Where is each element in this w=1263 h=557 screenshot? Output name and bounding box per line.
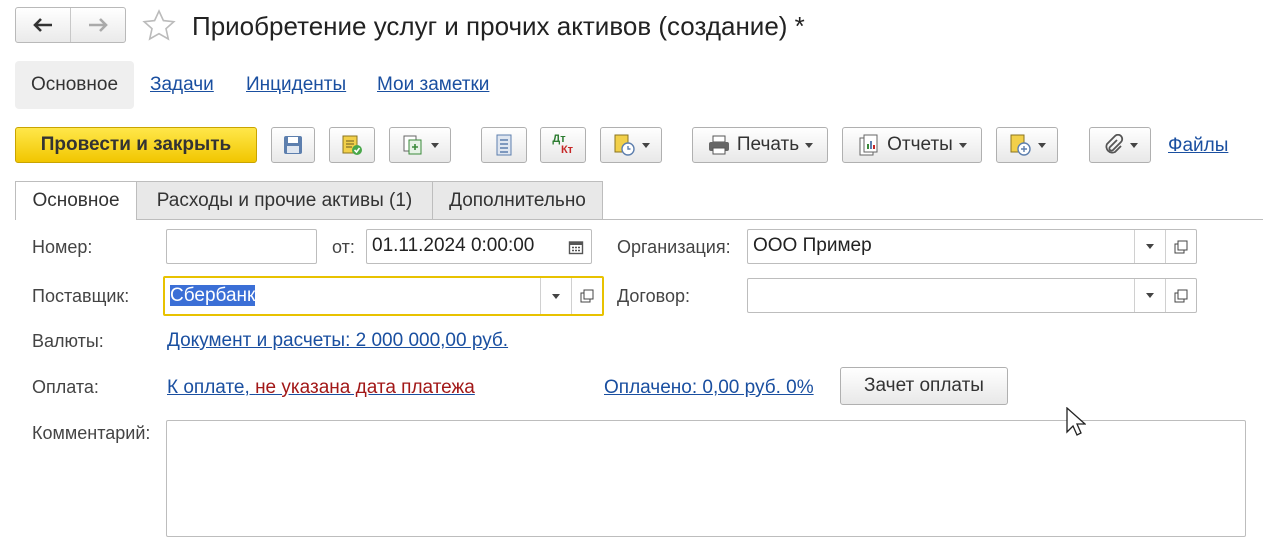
- reports-icon: [859, 134, 878, 156]
- create-based-on-button[interactable]: [389, 127, 451, 163]
- supplier-open-button[interactable]: [571, 278, 602, 314]
- contract-field[interactable]: [747, 278, 1197, 313]
- paid-link[interactable]: Оплачено: 0,00 руб. 0%: [604, 377, 814, 399]
- document-clock-icon: [614, 134, 635, 156]
- section-incidents[interactable]: Инциденты: [246, 61, 346, 109]
- files-link[interactable]: Файлы: [1168, 135, 1228, 157]
- date-value: 01.11.2024 0:00:00: [372, 235, 535, 256]
- mouse-cursor-icon: [1066, 407, 1086, 436]
- save-icon: [284, 136, 302, 154]
- section-main[interactable]: Основное: [15, 61, 134, 109]
- chevron-down-icon: [552, 293, 560, 299]
- payment-link-prefix: К оплате,: [167, 377, 256, 398]
- organization-field[interactable]: ООО Пример: [747, 229, 1197, 264]
- arrow-right-icon: [89, 18, 108, 32]
- contract-dropdown-button[interactable]: [1134, 279, 1165, 312]
- chevron-down-icon: [431, 142, 439, 148]
- post-and-close-label: Провести и закрыть: [40, 134, 232, 155]
- list-icon: [496, 134, 512, 156]
- create-based-on-icon: [403, 135, 422, 155]
- chevron-down-icon: [958, 142, 967, 148]
- document-history-button[interactable]: [600, 127, 662, 163]
- calendar-icon: [568, 240, 584, 254]
- supplier-dropdown-button[interactable]: [540, 278, 571, 314]
- star-icon[interactable]: [141, 8, 177, 44]
- tab-additional[interactable]: Дополнительно: [432, 181, 603, 219]
- arrow-left-icon: [33, 18, 52, 32]
- back-button[interactable]: [16, 8, 70, 42]
- kt-label: Кт: [560, 144, 574, 156]
- supplier-field[interactable]: Сбербанк: [163, 276, 604, 316]
- contract-label: Договор:: [617, 286, 690, 306]
- section-tasks[interactable]: Задачи: [150, 61, 214, 109]
- organization-dropdown-button[interactable]: [1134, 230, 1165, 263]
- post-and-close-button[interactable]: Провести и закрыть: [15, 127, 257, 163]
- date-label: от:: [332, 237, 355, 257]
- forward-button[interactable]: [70, 8, 125, 42]
- tab-main[interactable]: Основное: [15, 181, 137, 220]
- tab-expenses[interactable]: Расходы и прочие активы (1): [136, 181, 433, 219]
- number-label: Номер:: [32, 237, 93, 257]
- document-add-icon: [1010, 134, 1031, 156]
- chevron-down-icon: [1038, 142, 1046, 148]
- chevron-down-icon: [1146, 244, 1154, 249]
- page-title: Приобретение услуг и прочих активов (соз…: [192, 11, 805, 41]
- open-icon: [1174, 240, 1188, 253]
- comment-label: Комментарий:: [32, 423, 151, 443]
- chevron-down-icon: [1146, 293, 1154, 298]
- currency-label: Валюты:: [32, 331, 104, 351]
- printer-icon: [708, 135, 729, 155]
- payment-label: Оплата:: [32, 377, 99, 397]
- save-button[interactable]: [271, 127, 315, 163]
- chevron-down-icon: [1130, 142, 1138, 148]
- attach-button[interactable]: [1089, 127, 1151, 163]
- paperclip-icon: [1105, 134, 1124, 154]
- payment-warning: не указана дата платежа: [255, 377, 475, 398]
- date-field[interactable]: 01.11.2024 0:00:00: [366, 229, 592, 264]
- organization-label: Организация:: [617, 237, 731, 257]
- number-field[interactable]: [166, 229, 317, 264]
- payment-link[interactable]: К оплате, не указана дата платежа: [167, 377, 475, 399]
- chevron-down-icon: [805, 142, 814, 148]
- reports-label: Отчеты: [887, 134, 953, 155]
- organization-value: ООО Пример: [753, 235, 872, 256]
- structure-button[interactable]: [481, 127, 527, 163]
- reports-button[interactable]: Отчеты: [842, 127, 982, 163]
- offset-payment-button[interactable]: Зачет оплаты: [840, 367, 1008, 405]
- print-label: Печать: [736, 134, 800, 155]
- create-task-button[interactable]: [996, 127, 1058, 163]
- section-notes[interactable]: Мои заметки: [377, 61, 489, 109]
- supplier-label: Поставщик:: [32, 286, 130, 306]
- currency-link[interactable]: Документ и расчеты: 2 000 000,00 руб.: [167, 330, 508, 352]
- post-button[interactable]: [329, 127, 375, 163]
- print-button[interactable]: Печать: [692, 127, 828, 163]
- navigation-buttons: [15, 7, 126, 43]
- open-icon: [580, 289, 594, 303]
- chevron-down-icon: [642, 142, 650, 148]
- post-document-icon: [342, 135, 362, 155]
- offset-payment-label: Зачет оплаты: [864, 375, 984, 396]
- calendar-button[interactable]: [561, 230, 591, 263]
- organization-open-button[interactable]: [1165, 230, 1196, 263]
- contract-open-button[interactable]: [1165, 279, 1196, 312]
- open-icon: [1174, 289, 1188, 302]
- comment-field[interactable]: [166, 420, 1246, 537]
- supplier-value: Сбербанк: [170, 285, 256, 306]
- dt-kt-button[interactable]: Дт Кт: [540, 127, 586, 163]
